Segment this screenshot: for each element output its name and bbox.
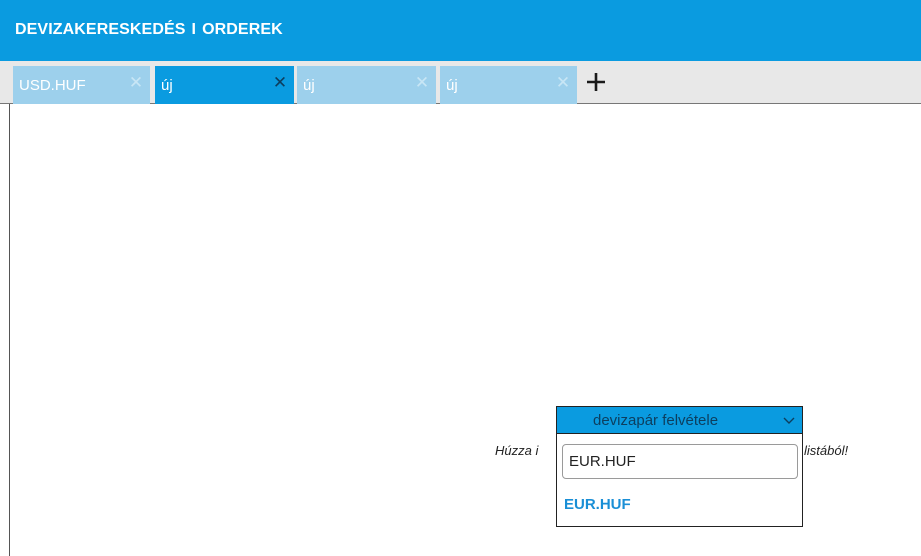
title-subsection: ORDEREK	[202, 21, 283, 38]
close-icon[interactable]: ✕	[414, 74, 430, 91]
tab-usd-huf[interactable]: USD.HUF ✕	[13, 66, 150, 104]
app-window: DEVIZAKERESKEDÉS I ORDEREK USD.HUF ✕ új ✕ …	[0, 0, 921, 556]
drag-hint-text: Húzza i	[495, 443, 539, 458]
title-bar: DEVIZAKERESKEDÉS I ORDEREK	[0, 0, 921, 61]
add-tab-button[interactable]	[584, 70, 608, 94]
tab-uj[interactable]: új ✕	[297, 66, 436, 104]
currency-pair-dropdown[interactable]: devizapár felvétele	[556, 406, 803, 434]
tab-uj[interactable]: új ✕	[440, 66, 577, 104]
currency-search-input[interactable]	[562, 444, 798, 479]
tab-label: új	[446, 77, 458, 94]
plus-icon	[587, 73, 605, 91]
tab-label: új	[303, 77, 315, 94]
tab-bar: USD.HUF ✕ új ✕ új ✕ új ✕	[0, 61, 921, 104]
drag-hint-text-end: listából!	[804, 443, 849, 458]
page-title: DEVIZAKERESKEDÉS I ORDEREK	[15, 21, 283, 39]
tab-uj-active[interactable]: új ✕	[155, 66, 294, 104]
chevron-down-icon	[783, 417, 795, 424]
dropdown-panel: EUR.HUF	[556, 434, 803, 527]
title-separator: I	[191, 21, 197, 38]
tab-label: USD.HUF	[19, 77, 86, 94]
dropdown-option[interactable]: EUR.HUF	[564, 496, 631, 513]
close-icon[interactable]: ✕	[128, 74, 144, 91]
title-section: DEVIZAKERESKEDÉS	[15, 21, 186, 38]
close-icon[interactable]: ✕	[555, 74, 571, 91]
tab-label: új	[161, 77, 173, 94]
close-icon[interactable]: ✕	[272, 74, 288, 91]
dropdown-label: devizapár felvétele	[593, 412, 719, 429]
